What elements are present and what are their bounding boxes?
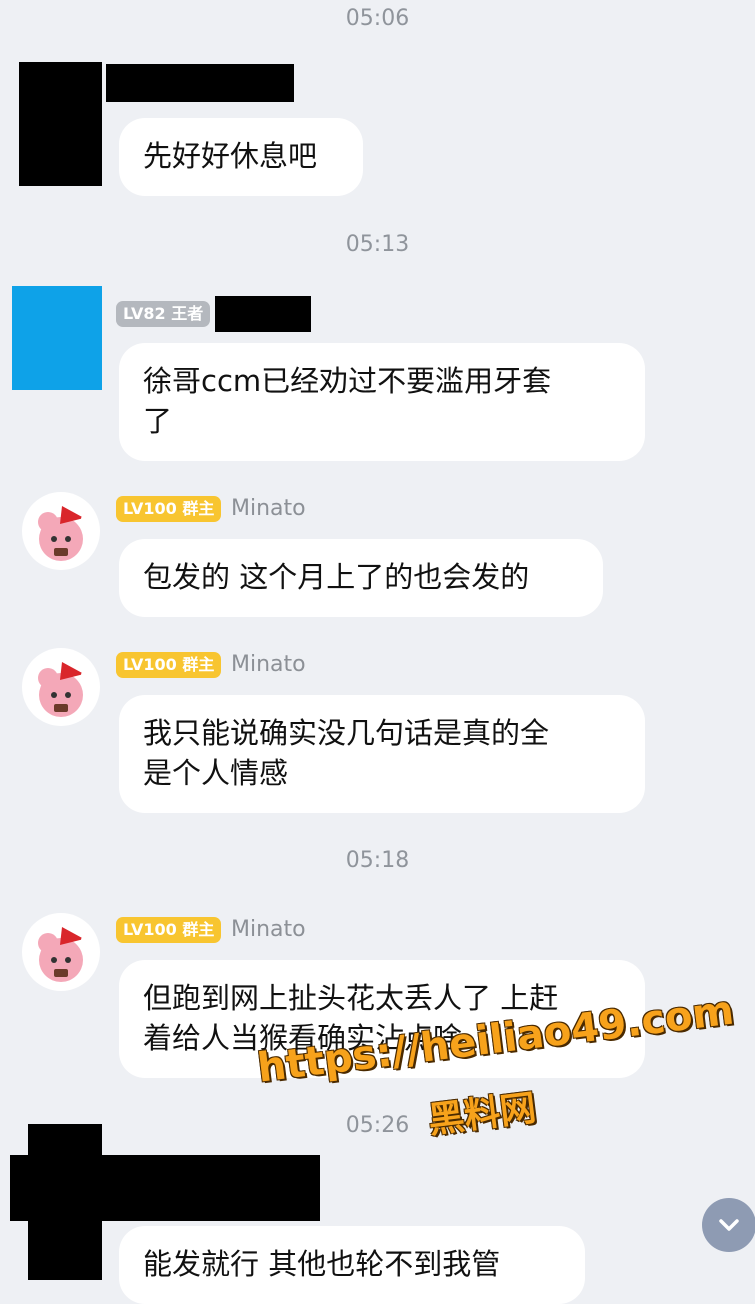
timestamp: 05:13: [345, 232, 410, 257]
message-text: 能发就行 其他也轮不到我管: [143, 1247, 501, 1281]
message-bubble[interactable]: 包发的 这个月上了的也会发的: [119, 539, 603, 617]
redacted-username: [215, 296, 311, 332]
message-text: 包发的 这个月上了的也会发的: [143, 560, 530, 594]
message-bubble[interactable]: 我只能说确实没几句话是真的全 是个人情感: [119, 695, 645, 813]
avatar[interactable]: [22, 913, 100, 991]
redacted-username: [106, 64, 294, 102]
timestamp: 05:26: [345, 1113, 410, 1138]
avatar[interactable]: [22, 648, 100, 726]
username: Minato: [231, 652, 306, 677]
username: Minato: [231, 496, 306, 521]
redacted-username: [10, 1155, 320, 1221]
avatar[interactable]: [22, 492, 100, 570]
message-text-line: 了: [143, 404, 173, 438]
redacted-avatar: [19, 62, 102, 186]
message-bubble[interactable]: 能发就行 其他也轮不到我管: [119, 1226, 585, 1304]
message-text-line: 我只能说确实没几句话是真的全: [143, 716, 550, 750]
owner-badge: LV100 群主: [116, 917, 222, 943]
message-bubble[interactable]: 先好好休息吧: [119, 118, 363, 196]
timestamp: 05:06: [345, 6, 410, 31]
level-badge: LV82 王者: [116, 301, 211, 327]
username: Minato: [231, 917, 306, 942]
owner-badge: LV100 群主: [116, 652, 222, 678]
message-text-line: 是个人情感: [143, 756, 289, 790]
avatar-illustration-icon: [38, 662, 89, 717]
owner-badge: LV100 群主: [116, 496, 222, 522]
chevron-down-icon: [719, 1219, 739, 1231]
avatar[interactable]: [12, 286, 102, 390]
message-bubble[interactable]: 徐哥ccm已经劝过不要滥用牙套 了: [119, 343, 645, 461]
scroll-down-button[interactable]: [702, 1198, 755, 1252]
avatar-illustration-icon: [38, 927, 89, 982]
message-text-line: 徐哥ccm已经劝过不要滥用牙套: [143, 364, 552, 398]
timestamp: 05:18: [345, 848, 410, 873]
avatar-illustration-icon: [38, 506, 89, 561]
message-text: 先好好休息吧: [143, 139, 318, 173]
